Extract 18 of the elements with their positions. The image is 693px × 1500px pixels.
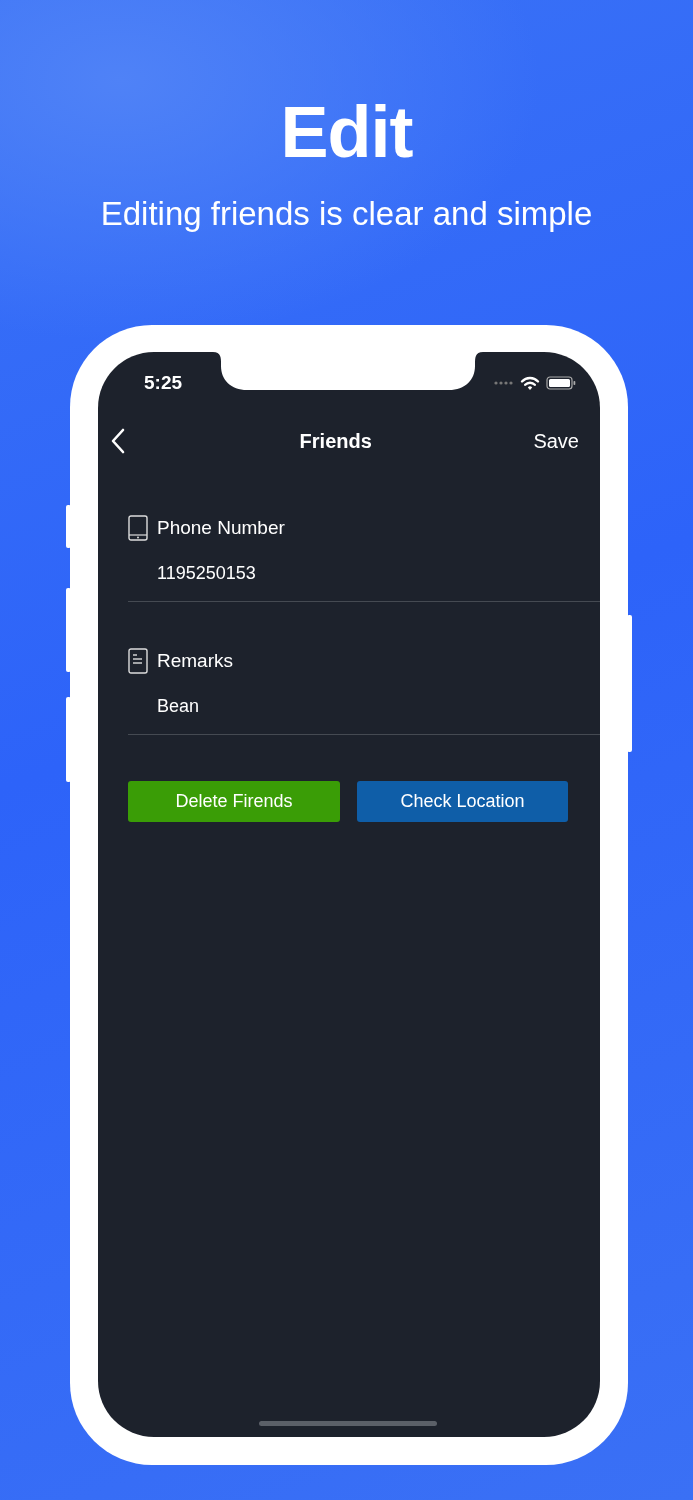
promo-subtitle: Editing friends is clear and simple (99, 194, 594, 234)
phone-icon (128, 515, 148, 541)
field-value[interactable]: 1195250153 (157, 561, 600, 585)
promo-title: Edit (279, 92, 414, 172)
check-location-button[interactable]: Check Location (357, 781, 568, 822)
chevron-left-icon (110, 428, 126, 454)
nav-title: Friends (298, 429, 373, 453)
field-value[interactable]: Bean (157, 694, 600, 718)
status-time: 5:25 (144, 372, 184, 394)
delete-friend-button[interactable]: Delete Firends (128, 781, 340, 822)
field-label: Phone Number (157, 517, 285, 539)
signal-dots-icon (494, 381, 514, 385)
back-button[interactable] (110, 428, 126, 454)
field-label: Remarks (157, 650, 233, 672)
battery-icon (546, 376, 576, 390)
save-button[interactable]: Save (533, 429, 579, 453)
document-icon (128, 648, 148, 674)
wifi-icon (520, 375, 540, 391)
